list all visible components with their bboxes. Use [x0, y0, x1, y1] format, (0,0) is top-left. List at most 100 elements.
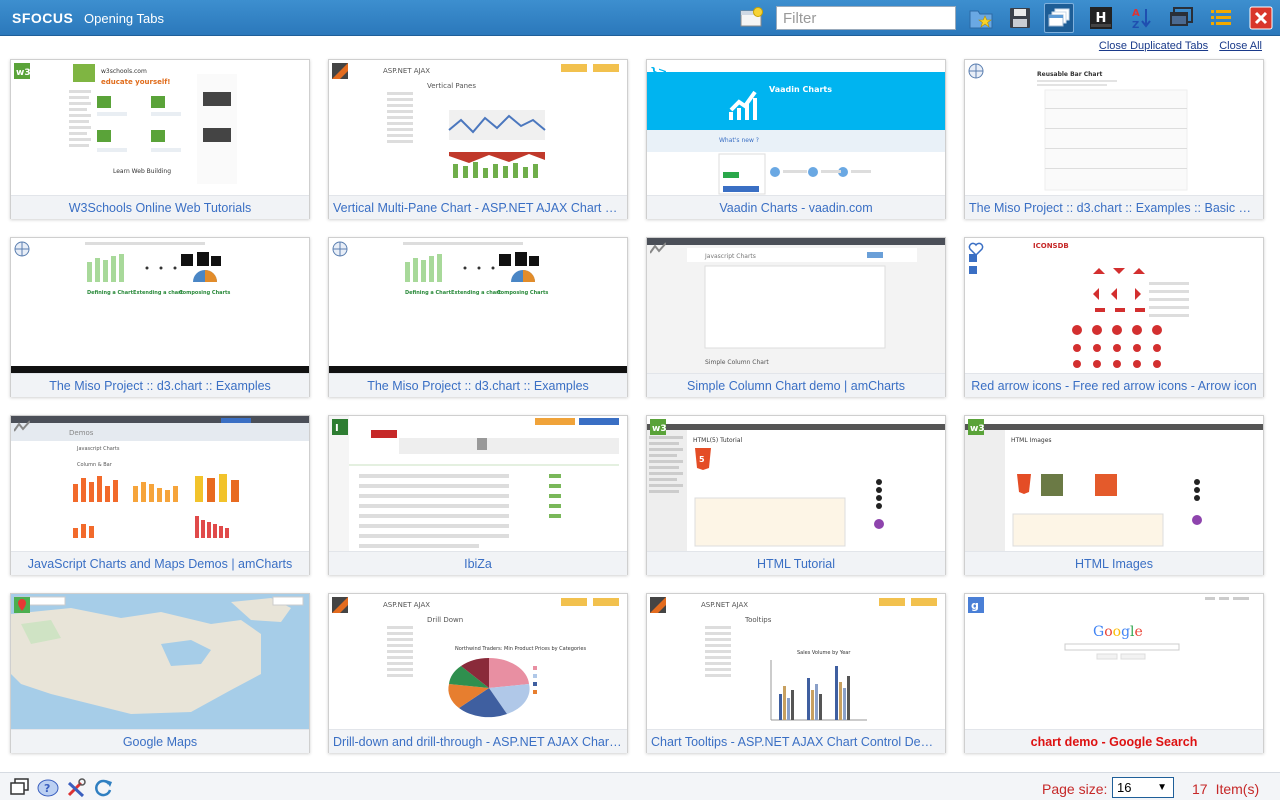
- globe-icon: [332, 241, 348, 257]
- svg-text:ICONSDB: ICONSDB: [1033, 242, 1069, 250]
- tab-title[interactable]: chart demo - Google Search: [965, 729, 1263, 753]
- tab-title[interactable]: Vertical Multi-Pane Chart - ASP.NET AJAX…: [329, 195, 627, 219]
- tab-card[interactable]: HTML(5) Tutorial 5 w3 HTML Tutorial: [646, 415, 946, 575]
- tab-title[interactable]: HTML Tutorial: [647, 551, 945, 575]
- tab-title[interactable]: The Miso Project :: d3.chart :: Examples…: [965, 195, 1263, 219]
- svg-text:Simple Column Chart: Simple Column Chart: [705, 359, 769, 366]
- tab-card[interactable]: Reusable Bar Chart The Miso Project :: d…: [964, 59, 1264, 219]
- svg-text:Reusable Bar Chart: Reusable Bar Chart: [1037, 71, 1102, 78]
- new-tab-icon[interactable]: [740, 7, 764, 27]
- tools-icon[interactable]: [66, 778, 86, 798]
- tab-title[interactable]: Red arrow icons - Free red arrow icons -…: [965, 373, 1263, 397]
- tab-card[interactable]: HTML Images w3 HTML Images: [964, 415, 1264, 575]
- tab-card[interactable]: Defining a Chart Extending a chart Compo…: [328, 237, 628, 397]
- amcharts-icon: [649, 241, 667, 257]
- tab-title[interactable]: The Miso Project :: d3.chart :: Examples: [329, 373, 627, 397]
- tab-card[interactable]: ASP.NET AJAX Tooltips Sales Volume by Ye…: [646, 593, 946, 753]
- svg-text:Extending a chart: Extending a chart: [451, 290, 502, 296]
- refresh-icon[interactable]: [94, 778, 114, 797]
- tab-thumbnail: ASP.NET AJAX Tooltips Sales Volume by Ye…: [647, 594, 945, 729]
- svg-text:Northwind Traders: Min Product: Northwind Traders: Min Product Prices by…: [455, 646, 587, 652]
- tab-title[interactable]: HTML Images: [965, 551, 1263, 575]
- page-size-select[interactable]: 16 ▼: [1112, 777, 1174, 798]
- svg-text:Vaadin Charts: Vaadin Charts: [769, 85, 832, 94]
- aspnet-icon: [650, 597, 666, 613]
- tab-thumbnail: ICONSDB: [965, 238, 1263, 373]
- heart-icon: [968, 241, 984, 257]
- tab-title[interactable]: Google Maps: [11, 729, 309, 753]
- item-count-unit: Item(s): [1215, 781, 1260, 797]
- tab-card[interactable]: ASP.NET AJAX Vertical Panes Vertical Mul…: [328, 59, 628, 219]
- svg-text:Composing Charts: Composing Charts: [497, 290, 548, 296]
- close-icon[interactable]: [1246, 3, 1276, 33]
- page-title: Opening Tabs: [84, 11, 164, 26]
- filter-input[interactable]: [776, 6, 956, 30]
- sort-icon[interactable]: A Z: [1126, 3, 1156, 33]
- tab-title[interactable]: Simple Column Chart demo | amCharts: [647, 373, 945, 397]
- tab-card[interactable]: Defining a Chart Extending a chart Compo…: [10, 237, 310, 397]
- tab-thumbnail: Defining a Chart Extending a chart Compo…: [329, 238, 627, 373]
- tab-card[interactable]: w3schools.com educate yourself! Learn We…: [10, 59, 310, 219]
- tab-thumbnail: [11, 594, 309, 729]
- page-size-value: 16: [1117, 780, 1132, 795]
- w3schools-icon: w3: [14, 63, 31, 79]
- page-size-label: Page size:: [1042, 781, 1108, 797]
- tab-title[interactable]: The Miso Project :: d3.chart :: Examples: [11, 373, 309, 397]
- svg-text:w3: w3: [970, 424, 984, 434]
- tab-card[interactable]: ASP.NET AJAX Drill Down Northwind Trader…: [328, 593, 628, 753]
- tab-thumbnail: HTML(5) Tutorial 5 w3: [647, 416, 945, 551]
- tab-title[interactable]: IbiZa: [329, 551, 627, 575]
- svg-text:Composing Charts: Composing Charts: [179, 290, 230, 296]
- tab-title[interactable]: Chart Tooltips - ASP.NET AJAX Chart Cont…: [647, 729, 945, 753]
- close-all-link[interactable]: Close All: [1219, 40, 1262, 52]
- windows-icon[interactable]: [1044, 3, 1074, 33]
- svg-text:HTML Images: HTML Images: [1011, 437, 1052, 444]
- tab-title[interactable]: JavaScript Charts and Maps Demos | amCha…: [11, 551, 309, 575]
- svg-text:ASP.NET AJAX: ASP.NET AJAX: [383, 601, 430, 609]
- amcharts-icon: [13, 419, 31, 435]
- tab-card[interactable]: Vaadin Charts What's new ? }> Vaadin Cha…: [646, 59, 946, 219]
- tab-card[interactable]: Google Maps: [10, 593, 310, 753]
- svg-text:Defining a Chart: Defining a Chart: [87, 290, 134, 296]
- item-count-value: 17: [1192, 781, 1208, 797]
- window-icon[interactable]: [1166, 3, 1196, 33]
- list-icon[interactable]: [1206, 3, 1236, 33]
- tab-thumbnail: Demos Javascript Charts Column & Bar: [11, 416, 309, 551]
- svg-text:Javascript Charts: Javascript Charts: [76, 446, 120, 452]
- help-icon[interactable]: ?: [37, 778, 59, 797]
- svg-text:Learn Web Building: Learn Web Building: [113, 168, 171, 175]
- bookmark-folder-icon[interactable]: [966, 3, 996, 33]
- svg-text:Vertical Panes: Vertical Panes: [427, 82, 476, 90]
- aspnet-icon: [332, 597, 348, 613]
- vaadin-icon: }>: [650, 63, 667, 79]
- tab-card[interactable]: Javascript Charts Simple Column Chart Si…: [646, 237, 946, 397]
- svg-text:ASP.NET AJAX: ASP.NET AJAX: [383, 67, 430, 75]
- svg-text:A: A: [1132, 8, 1140, 19]
- bottom-bar: ? Page size: 16 ▼ 17 Item(s): [0, 772, 1280, 800]
- w3schools-icon: w3: [650, 419, 667, 435]
- aspnet-icon: [332, 63, 348, 79]
- tab-thumbnail: I: [329, 416, 627, 551]
- svg-text:ASP.NET AJAX: ASP.NET AJAX: [701, 601, 748, 609]
- restore-windows-icon[interactable]: [10, 778, 30, 796]
- tab-thumbnail: ASP.NET AJAX Vertical Panes: [329, 60, 627, 195]
- svg-text:Drill Down: Drill Down: [427, 616, 463, 624]
- svg-text:Extending a chart: Extending a chart: [133, 290, 184, 296]
- close-duplicated-tabs-link[interactable]: Close Duplicated Tabs: [1099, 40, 1208, 52]
- tab-thumbnail: w3schools.com educate yourself! Learn We…: [11, 60, 309, 195]
- tab-title[interactable]: W3Schools Online Web Tutorials: [11, 195, 309, 219]
- tab-card[interactable]: ICONSDB Red arrow icons - Free red arrow…: [964, 237, 1264, 397]
- svg-text:Tooltips: Tooltips: [744, 616, 772, 624]
- tab-card[interactable]: Demos Javascript Charts Column & Bar Jav…: [10, 415, 310, 575]
- tab-title[interactable]: Drill-down and drill-through - ASP.NET A…: [329, 729, 627, 753]
- tab-thumbnail: HTML Images w3: [965, 416, 1263, 551]
- tab-title[interactable]: Vaadin Charts - vaadin.com: [647, 195, 945, 219]
- svg-text:Column & Bar: Column & Bar: [77, 462, 113, 468]
- tab-thumbnail: Google g: [965, 594, 1263, 729]
- svg-text:w3schools.com: w3schools.com: [101, 68, 147, 75]
- tab-card[interactable]: I IbiZa: [328, 415, 628, 575]
- tab-thumbnail: Javascript Charts Simple Column Chart: [647, 238, 945, 373]
- tab-card[interactable]: Google g chart demo - Google Search: [964, 593, 1264, 753]
- save-icon[interactable]: [1005, 3, 1035, 33]
- history-icon[interactable]: H: [1086, 3, 1116, 33]
